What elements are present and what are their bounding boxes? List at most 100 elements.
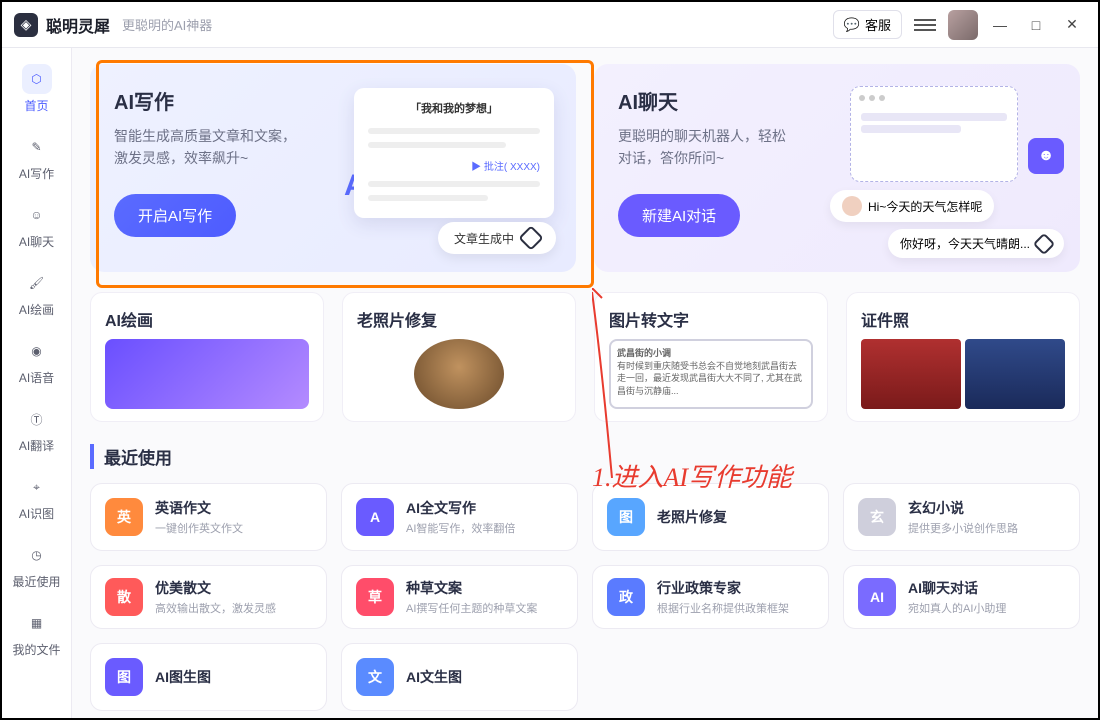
sidebar: ⬡ 首页 ✎ AI写作 ☺ AI聊天 🖌 AI绘画 ◉ AI语音 Ⓣ AI翻译 … bbox=[2, 48, 72, 718]
voice-icon: ◉ bbox=[22, 336, 52, 366]
tile-thumbnail bbox=[105, 339, 309, 409]
recent-card[interactable]: 图 AI图生图 bbox=[90, 643, 327, 711]
recent-card[interactable]: AI AI聊天对话 宛如真人的AI小助理 bbox=[843, 565, 1080, 629]
recent-card-icon: 玄 bbox=[858, 498, 896, 536]
new-ai-chat-button[interactable]: 新建AI对话 bbox=[618, 194, 740, 237]
recent-card-sub: 一键创作英文作文 bbox=[155, 520, 243, 536]
recent-card-sub: AI智能写作，效率翻倍 bbox=[406, 520, 515, 536]
recent-card-icon: 散 bbox=[105, 578, 143, 616]
tile-title: 证件照 bbox=[861, 307, 1065, 331]
pen-icon: ✎ bbox=[22, 132, 52, 162]
support-label: 客服 bbox=[865, 15, 891, 34]
sidebar-item-voice[interactable]: ◉ AI语音 bbox=[9, 330, 65, 392]
sidebar-item-label: AI语音 bbox=[19, 369, 54, 386]
recent-card-title: AI图生图 bbox=[155, 667, 211, 687]
recent-card-sub: 提供更多小说创作思路 bbox=[908, 520, 1018, 536]
sidebar-item-translate[interactable]: Ⓣ AI翻译 bbox=[9, 398, 65, 460]
tile-title: AI绘画 bbox=[105, 307, 309, 331]
user-avatar[interactable] bbox=[948, 10, 978, 40]
chat-bubble-user: Hi~今天的天气怎样呢 bbox=[830, 190, 994, 222]
chat-icon: ☺ bbox=[22, 200, 52, 230]
recent-card-title: AI文生图 bbox=[406, 667, 462, 687]
mock-doc-title: 「我和我的梦想」 bbox=[368, 100, 540, 116]
recent-card-title: 玄幻小说 bbox=[908, 498, 1018, 518]
recent-card-title: 优美散文 bbox=[155, 578, 276, 598]
chat-window-icon bbox=[850, 86, 1018, 182]
support-button[interactable]: 💬 客服 bbox=[833, 10, 902, 39]
sidebar-item-label: AI写作 bbox=[19, 165, 54, 182]
chat-bubble-ai: 你好呀，今天天气晴朗... bbox=[888, 229, 1064, 258]
recent-card[interactable]: A AI全文写作 AI智能写作，效率翻倍 bbox=[341, 483, 578, 551]
tile-title: 老照片修复 bbox=[357, 307, 561, 331]
logo-small-icon bbox=[1033, 232, 1056, 255]
tile-thumbnail: 武昌街的小调 有时候到重庆随受书总会不自觉地刻武昌街去走一回，最近发现武昌街大大… bbox=[609, 339, 813, 409]
hero-row: AI写作 智能生成高质量文章和文案，激发灵感，效率飙升~ 开启AI写作 AI 「… bbox=[90, 64, 1080, 272]
generating-pill: 文章生成中 bbox=[438, 222, 556, 254]
tile-photo-restore[interactable]: 老照片修复 bbox=[342, 292, 576, 422]
recent-card[interactable]: 文 AI文生图 bbox=[341, 643, 578, 711]
recent-card-title: AI聊天对话 bbox=[908, 578, 1006, 598]
tile-ocr[interactable]: 图片转文字 武昌街的小调 有时候到重庆随受书总会不自觉地刻武昌街去走一回，最近发… bbox=[594, 292, 828, 422]
sidebar-item-chat[interactable]: ☺ AI聊天 bbox=[9, 194, 65, 256]
recent-card-icon: 英 bbox=[105, 498, 143, 536]
recent-card-title: 种草文案 bbox=[406, 578, 537, 598]
sidebar-item-label: 最近使用 bbox=[12, 573, 60, 590]
recent-card[interactable]: 图 老照片修复 bbox=[592, 483, 829, 551]
card-desc: 更聪明的聊天机器人，轻松对话，答你所问~ bbox=[618, 125, 838, 170]
small-avatar-icon bbox=[842, 196, 862, 216]
app-name: 聪明灵犀 bbox=[46, 13, 110, 37]
slogan: 更聪明的AI神器 bbox=[122, 15, 212, 34]
app-logo-icon: ◈ bbox=[14, 13, 38, 37]
menu-button[interactable] bbox=[914, 14, 936, 36]
recent-card[interactable]: 英 英语作文 一键创作英文作文 bbox=[90, 483, 327, 551]
sidebar-item-files[interactable]: ▦ 我的文件 bbox=[9, 602, 65, 664]
feature-tiles: AI绘画 老照片修复 图片转文字 武昌街的小调 有时候到重庆随受书总会不自觉地刻… bbox=[90, 292, 1080, 422]
minimize-button[interactable]: — bbox=[986, 11, 1014, 39]
logo-small-icon bbox=[518, 225, 543, 250]
main-area: AI写作 智能生成高质量文章和文案，激发灵感，效率飙升~ 开启AI写作 AI 「… bbox=[72, 48, 1098, 718]
home-icon: ⬡ bbox=[22, 64, 52, 94]
recent-card[interactable]: 政 行业政策专家 根据行业名称提供政策框架 bbox=[592, 565, 829, 629]
tile-id-photo[interactable]: 证件照 bbox=[846, 292, 1080, 422]
sidebar-item-label: AI绘画 bbox=[19, 301, 54, 318]
maximize-button[interactable]: □ bbox=[1022, 11, 1050, 39]
recent-card[interactable]: 玄 玄幻小说 提供更多小说创作思路 bbox=[843, 483, 1080, 551]
tile-ai-paint[interactable]: AI绘画 bbox=[90, 292, 324, 422]
sidebar-item-recent[interactable]: ◷ 最近使用 bbox=[9, 534, 65, 596]
recent-card-icon: 草 bbox=[356, 578, 394, 616]
start-ai-write-button[interactable]: 开启AI写作 bbox=[114, 194, 236, 237]
recent-card-icon: 图 bbox=[105, 658, 143, 696]
recent-card-title: 英语作文 bbox=[155, 498, 243, 518]
recent-card-sub: 高效输出散文，激发灵感 bbox=[155, 600, 276, 616]
recent-card-icon: AI bbox=[858, 578, 896, 616]
sidebar-item-ocr[interactable]: ⌖ AI识图 bbox=[9, 466, 65, 528]
hero-ai-chat[interactable]: AI聊天 更聪明的聊天机器人，轻松对话，答你所问~ 新建AI对话 ☻ Hi~今天… bbox=[594, 64, 1080, 272]
recent-card-sub: 宛如真人的AI小助理 bbox=[908, 600, 1006, 616]
chat-mock: ☻ Hi~今天的天气怎样呢 你好呀，今天天气晴朗... bbox=[850, 86, 1060, 262]
scan-icon: ⌖ bbox=[22, 472, 52, 502]
sidebar-item-write[interactable]: ✎ AI写作 bbox=[9, 126, 65, 188]
sidebar-item-label: 我的文件 bbox=[12, 641, 60, 658]
file-icon: ▦ bbox=[22, 608, 52, 638]
mock-document: 「我和我的梦想」 ▶ 批注( XXXX) bbox=[354, 88, 554, 218]
chat-float-icon: ☻ bbox=[1028, 138, 1064, 174]
sidebar-item-label: AI聊天 bbox=[19, 233, 54, 250]
tile-thumbnail bbox=[861, 339, 1065, 409]
recent-card[interactable]: 草 种草文案 AI撰写任何主题的种草文案 bbox=[341, 565, 578, 629]
close-button[interactable]: ✕ bbox=[1058, 11, 1086, 39]
chat-bubble-icon: 💬 bbox=[844, 17, 860, 33]
tile-title: 图片转文字 bbox=[609, 307, 813, 331]
sidebar-item-home[interactable]: ⬡ 首页 bbox=[9, 58, 65, 120]
translate-icon: Ⓣ bbox=[22, 404, 52, 434]
recent-card-sub: 根据行业名称提供政策框架 bbox=[657, 600, 789, 616]
mock-note: ▶ 批注( XXXX) bbox=[368, 158, 540, 173]
recent-card-icon: A bbox=[356, 498, 394, 536]
sidebar-item-label: 首页 bbox=[24, 97, 48, 114]
card-desc: 智能生成高质量文章和文案，激发灵感，效率飙升~ bbox=[114, 125, 334, 170]
recent-card-sub: AI撰写任何主题的种草文案 bbox=[406, 600, 537, 616]
tile-thumbnail bbox=[414, 339, 504, 409]
hero-ai-write[interactable]: AI写作 智能生成高质量文章和文案，激发灵感，效率飙升~ 开启AI写作 AI 「… bbox=[90, 64, 576, 272]
sidebar-item-paint[interactable]: 🖌 AI绘画 bbox=[9, 262, 65, 324]
recent-card[interactable]: 散 优美散文 高效输出散文，激发灵感 bbox=[90, 565, 327, 629]
recent-section-title: 最近使用 bbox=[90, 444, 1080, 469]
